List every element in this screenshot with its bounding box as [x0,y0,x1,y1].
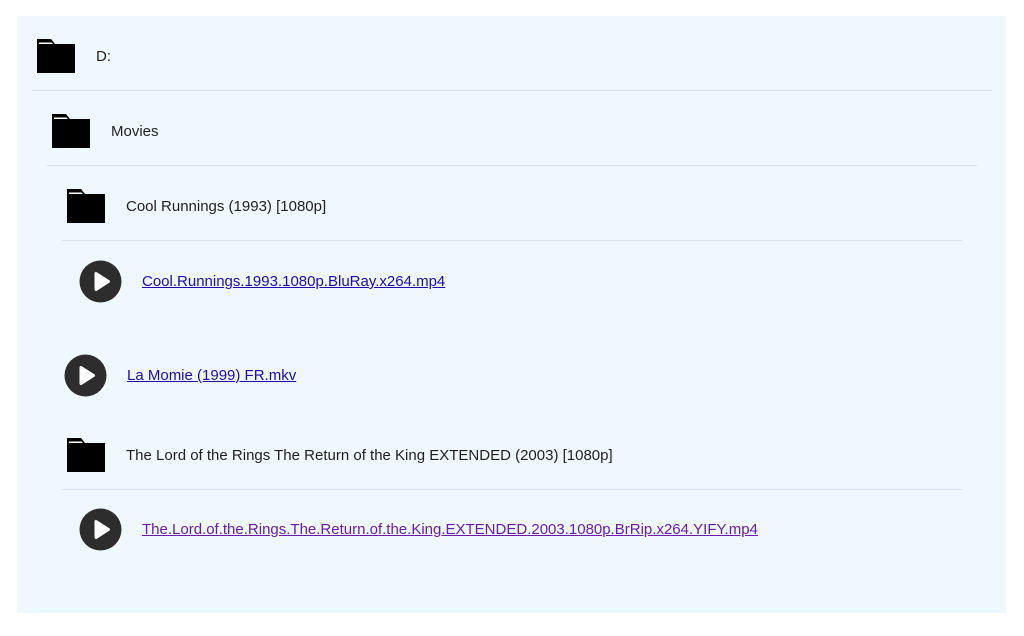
file-link[interactable]: La Momie (1999) FR.mkv [127,367,296,384]
play-icon[interactable] [79,508,122,551]
divider [47,165,977,166]
play-icon[interactable] [64,354,107,397]
divider [32,90,992,91]
folder-icon [67,438,105,472]
tree-node-movies[interactable]: Movies [51,113,159,149]
tree-node-cool-runnings-folder[interactable]: Cool Runnings (1993) [1080p] [66,188,326,224]
file-link[interactable]: The.Lord.of.the.Rings.The.Return.of.the.… [142,521,758,538]
folder-icon [67,189,105,223]
tree-node-drive-d[interactable]: D: [36,38,111,74]
tree-file-cool-runnings[interactable]: Cool.Runnings.1993.1080p.BluRay.x264.mp4 [79,260,445,303]
divider [62,240,962,241]
tree-file-lotr[interactable]: The.Lord.of.the.Rings.The.Return.of.the.… [79,508,758,551]
tree-node-lotr-folder[interactable]: The Lord of the Rings The Return of the … [66,437,613,473]
play-icon[interactable] [79,260,122,303]
tree-file-la-momie[interactable]: La Momie (1999) FR.mkv [64,354,296,397]
tree-node-label: Movies [111,122,159,140]
tree-node-label: The Lord of the Rings The Return of the … [126,446,613,464]
folder-icon [37,39,75,73]
file-tree-panel: D: Movies Cool Runnings (1993) [1080p] C… [17,16,1006,613]
folder-icon [52,114,90,148]
file-link[interactable]: Cool.Runnings.1993.1080p.BluRay.x264.mp4 [142,273,445,290]
tree-node-label: D: [96,47,111,65]
tree-node-label: Cool Runnings (1993) [1080p] [126,197,327,215]
divider [62,489,962,490]
